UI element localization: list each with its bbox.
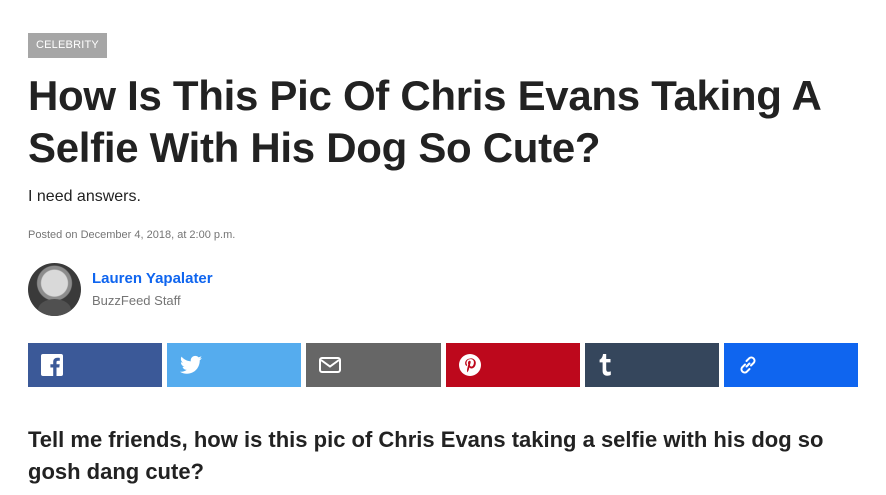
avatar[interactable] — [28, 263, 81, 316]
tumblr-icon — [598, 354, 612, 376]
author-byline: Lauren Yapalater BuzzFeed Staff — [28, 263, 428, 318]
author-name-link[interactable]: Lauren Yapalater — [92, 270, 213, 287]
share-link-button[interactable] — [723, 343, 859, 387]
share-bar — [28, 343, 859, 387]
share-twitter-button[interactable] — [167, 343, 302, 387]
share-pinterest-button[interactable] — [445, 343, 580, 387]
article-body-paragraph: Tell me friends, how is this pic of Chri… — [28, 427, 824, 484]
pinterest-icon — [458, 354, 481, 376]
twitter-icon — [180, 355, 203, 375]
category-badge[interactable]: CELEBRITY — [28, 33, 107, 58]
share-tumblr-button[interactable] — [584, 343, 719, 387]
facebook-icon — [41, 354, 63, 376]
author-role: BuzzFeed Staff — [92, 293, 181, 308]
share-facebook-button[interactable] — [28, 343, 163, 387]
email-icon — [319, 357, 342, 373]
publish-timestamp: Posted on December 4, 2018, at 2:00 p.m. — [28, 229, 236, 241]
share-email-button[interactable] — [306, 343, 441, 387]
link-icon — [737, 354, 759, 376]
page-title: How Is This Pic Of Chris Evans Taking A … — [28, 72, 820, 171]
article-dek: I need answers. — [28, 188, 141, 205]
